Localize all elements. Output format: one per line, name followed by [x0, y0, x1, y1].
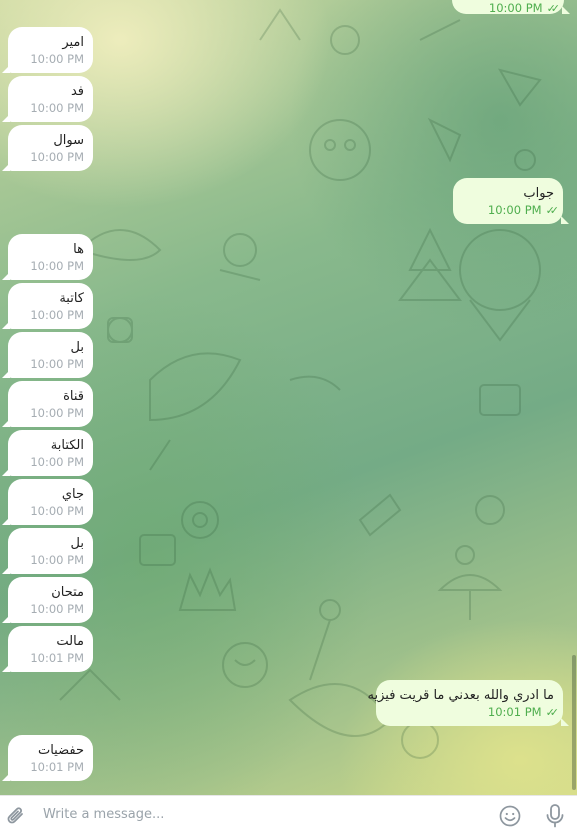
message-text: حفضيات — [37, 743, 84, 758]
message-time: 10:01 PM ✓✓ — [487, 705, 560, 719]
message-time: 10:00 PM — [30, 52, 84, 66]
message-text: ما ادري والله بعدني ما قريت فيزيه — [367, 688, 554, 703]
message-time: 10:01 PM — [30, 651, 84, 665]
message-bubble-incoming[interactable]: امير 10:00 PM — [2, 27, 93, 73]
message-bubble-incoming[interactable]: بل 10:00 PM — [2, 332, 93, 378]
message-bubble-incoming[interactable]: الكتابة 10:00 PM — [2, 430, 93, 476]
message-time: 10:00 PM ✓✓ — [488, 1, 561, 15]
message-bubble-incoming[interactable]: كاتبة 10:00 PM — [2, 283, 93, 329]
message-text: الكتابة — [50, 438, 84, 453]
read-checkmarks-icon: ✓✓ — [545, 706, 560, 719]
message-bubble-incoming[interactable]: قناة 10:00 PM — [2, 381, 93, 427]
message-time: 10:00 PM — [30, 308, 84, 322]
message-time: 10:00 PM — [30, 602, 84, 616]
message-text: قناة — [63, 389, 84, 404]
emoji-icon[interactable] — [499, 805, 521, 831]
message-input[interactable]: Write a message... — [43, 807, 164, 822]
message-bubble-incoming[interactable]: ها 10:00 PM — [2, 234, 93, 280]
message-text: فد — [70, 84, 84, 99]
read-checkmarks-icon: ✓✓ — [546, 2, 561, 15]
message-text: بل — [70, 340, 84, 355]
message-time: 10:00 PM — [30, 357, 84, 371]
message-text: كاتبة — [59, 291, 84, 306]
message-time: 10:00 PM — [30, 406, 84, 420]
message-bubble-incoming[interactable]: سوال 10:00 PM — [2, 125, 93, 171]
message-time: 10:00 PM — [30, 553, 84, 567]
message-bubble-incoming[interactable]: بل 10:00 PM — [2, 528, 93, 574]
message-time: 10:00 PM — [30, 101, 84, 115]
message-time: 10:01 PM — [30, 760, 84, 774]
message-text: امير — [62, 35, 84, 50]
message-bubble-outgoing[interactable]: 10:00 PM ✓✓ — [452, 0, 570, 15]
message-time: 10:00 PM ✓✓ — [487, 203, 560, 217]
scrollbar-thumb[interactable] — [572, 655, 576, 790]
message-bubble-incoming[interactable]: فد 10:00 PM — [2, 76, 93, 122]
paperclip-icon[interactable] — [6, 805, 26, 831]
message-text: مالت — [56, 634, 84, 649]
message-bubble-incoming[interactable]: حفضيات 10:01 PM — [2, 735, 93, 781]
message-time: 10:00 PM — [30, 259, 84, 273]
message-bubble-incoming[interactable]: جاي 10:00 PM — [2, 479, 93, 525]
message-text: جواب — [523, 186, 554, 201]
message-text: متحان — [51, 585, 84, 600]
message-text: سوال — [53, 133, 84, 148]
message-text: جاي — [61, 487, 84, 502]
message-time: 10:00 PM — [30, 504, 84, 518]
message-time: 10:00 PM — [30, 455, 84, 469]
message-bubble-outgoing[interactable]: جواب 10:00 PM ✓✓ — [453, 178, 569, 224]
read-checkmarks-icon: ✓✓ — [545, 204, 560, 217]
message-bubble-outgoing[interactable]: ما ادري والله بعدني ما قريت فيزيه 10:01 … — [367, 680, 569, 726]
message-text: بل — [70, 536, 84, 551]
message-composer: Write a message... — [0, 795, 577, 836]
message-bubble-incoming[interactable]: مالت 10:01 PM — [2, 626, 93, 672]
message-time: 10:00 PM — [30, 150, 84, 164]
message-bubble-incoming[interactable]: متحان 10:00 PM — [2, 577, 93, 623]
message-text: ها — [73, 242, 84, 257]
microphone-icon[interactable] — [545, 803, 565, 833]
